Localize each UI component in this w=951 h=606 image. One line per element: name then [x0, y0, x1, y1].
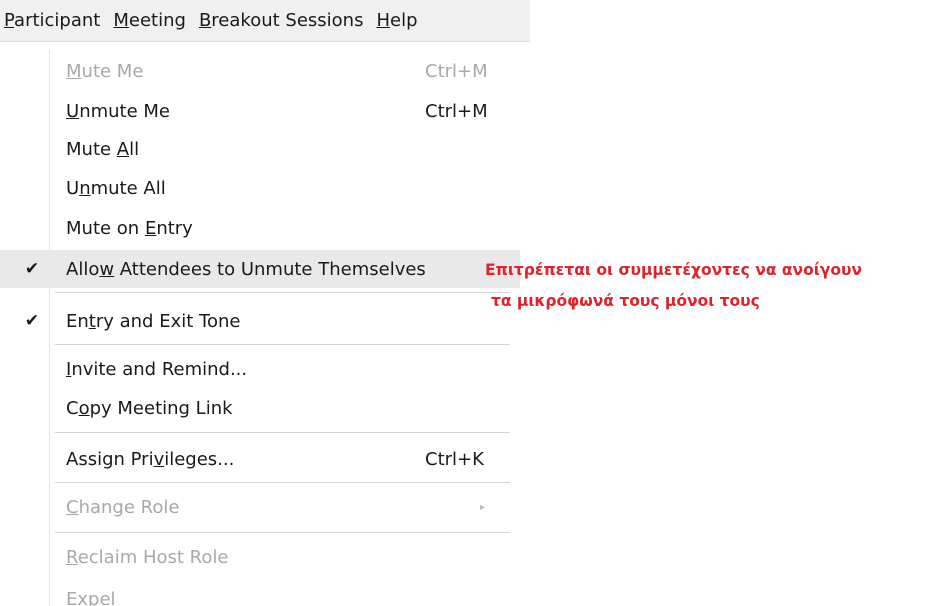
menu-breakout-sessions[interactable]: Breakout Sessions: [199, 0, 364, 42]
menu-item-label: Mute All: [66, 138, 140, 160]
checkmark-icon: ✔: [24, 259, 40, 279]
annotation-line-1: Επιτρέπεται οι συμμετέχοντες να ανοίγουν: [485, 261, 862, 279]
menu-separator: [55, 344, 510, 345]
menu-item-label: Expel: [66, 588, 116, 606]
menu-item-invite-and-remind[interactable]: Invite and Remind...: [0, 350, 520, 388]
menu-item-mute-all[interactable]: Mute All: [0, 130, 520, 168]
menu-separator: [55, 432, 510, 433]
menu-item-label: Assign Privileges...: [66, 448, 235, 470]
menu-item-mute-on-entry[interactable]: Mute on Entry: [0, 209, 520, 247]
menu-item-label: Entry and Exit Tone: [66, 310, 241, 332]
menu-item-assign-privileges[interactable]: Assign Privileges... Ctrl+K: [0, 440, 520, 478]
annotation-line-2: τα μικρόφωνά τους μόνοι τους: [491, 292, 760, 310]
menu-item-allow-attendees-unmute[interactable]: ✔ Allow Attendees to Unmute Themselves: [0, 250, 520, 288]
app-window: Participant Meeting Breakout Sessions He…: [0, 0, 951, 606]
menu-item-shortcut: Ctrl+K: [425, 448, 484, 470]
menu-participant[interactable]: Participant: [4, 0, 100, 42]
menu-item-reclaim-host-role[interactable]: Reclaim Host Role: [0, 538, 520, 576]
menu-help[interactable]: Help: [376, 0, 417, 42]
menu-separator: [55, 482, 510, 483]
menu-item-unmute-me[interactable]: Unmute Me Ctrl+M: [0, 92, 520, 130]
menu-item-label: Invite and Remind...: [66, 358, 248, 380]
menu-item-label: Allow Attendees to Unmute Themselves: [66, 258, 426, 280]
menu-item-label: Unmute All: [66, 177, 166, 199]
menu-separator: [55, 292, 510, 293]
menu-item-mute-me[interactable]: Mute Me Ctrl+M: [0, 52, 520, 90]
annotation-text: Επιτρέπεται οι συμμετέχοντες να ανοίγουν…: [485, 255, 945, 317]
menu-item-copy-meeting-link[interactable]: Copy Meeting Link: [0, 389, 520, 427]
menu-item-entry-exit-tone[interactable]: ✔ Entry and Exit Tone: [0, 302, 520, 340]
menu-item-label: Reclaim Host Role: [66, 546, 229, 568]
menu-item-change-role[interactable]: Change Role ▸: [0, 488, 520, 526]
menu-item-label: Copy Meeting Link: [66, 397, 233, 419]
checkmark-icon: ✔: [24, 311, 40, 331]
menu-item-unmute-all[interactable]: Unmute All: [0, 169, 520, 207]
submenu-arrow-icon: ▸: [480, 501, 486, 513]
menu-item-label: Mute Me: [66, 60, 144, 82]
menu-meeting[interactable]: Meeting: [113, 0, 186, 42]
participant-dropdown-menu: Mute Me Ctrl+M Unmute Me Ctrl+M Mute All…: [0, 42, 530, 606]
menu-item-label: Mute on Entry: [66, 217, 193, 239]
menu-item-shortcut: Ctrl+M: [425, 60, 488, 82]
menu-item-expel[interactable]: Expel: [0, 580, 520, 606]
menu-item-label: Change Role: [66, 496, 180, 518]
menu-item-shortcut: Ctrl+M: [425, 100, 488, 122]
menu-separator: [55, 532, 510, 533]
menu-bar: Participant Meeting Breakout Sessions He…: [0, 0, 530, 42]
menu-item-label: Unmute Me: [66, 100, 170, 122]
